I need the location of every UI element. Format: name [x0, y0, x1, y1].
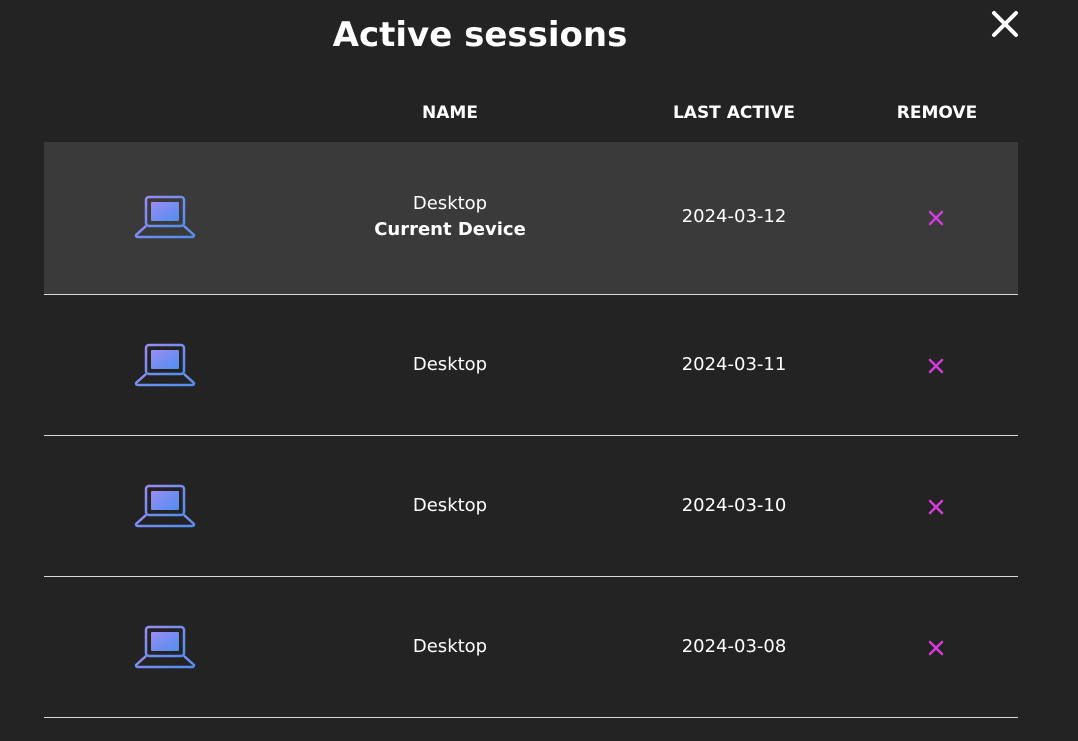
sessions-table: Desktop Current Device 2024-03-12 Deskto…	[44, 142, 1018, 718]
remove-x-icon[interactable]	[927, 357, 945, 375]
session-row: Desktop 2024-03-08	[44, 577, 1018, 718]
remove-x-icon[interactable]	[927, 498, 945, 516]
session-name: Desktop Current Device	[330, 191, 570, 243]
session-last-active: 2024-03-10	[681, 495, 787, 516]
session-device-name: Desktop	[412, 193, 488, 214]
table-header: NAME LAST ACTIVE REMOVE	[0, 100, 1078, 126]
session-row: Desktop 2024-03-11	[44, 295, 1018, 436]
laptop-icon	[134, 343, 196, 387]
session-name: Desktop	[412, 354, 488, 375]
dialog-title: Active sessions	[332, 15, 628, 55]
session-row-current: Desktop Current Device 2024-03-12	[44, 142, 1018, 295]
laptop-icon	[134, 195, 196, 239]
laptop-icon	[134, 484, 196, 528]
column-header-name: NAME	[422, 103, 478, 123]
column-header-last-active: LAST ACTIVE	[672, 103, 796, 123]
column-header-remove: REMOVE	[896, 103, 978, 123]
close-icon[interactable]	[988, 7, 1022, 41]
session-name: Desktop	[412, 495, 488, 516]
session-name: Desktop	[412, 636, 488, 657]
session-row: Desktop 2024-03-10	[44, 436, 1018, 577]
session-last-active: 2024-03-08	[681, 636, 787, 657]
remove-x-icon[interactable]	[927, 639, 945, 657]
session-last-active: 2024-03-11	[681, 354, 787, 375]
remove-x-icon[interactable]	[927, 209, 945, 227]
session-last-active: 2024-03-12	[681, 206, 787, 227]
laptop-icon	[134, 625, 196, 669]
current-device-label: Current Device	[374, 219, 526, 240]
